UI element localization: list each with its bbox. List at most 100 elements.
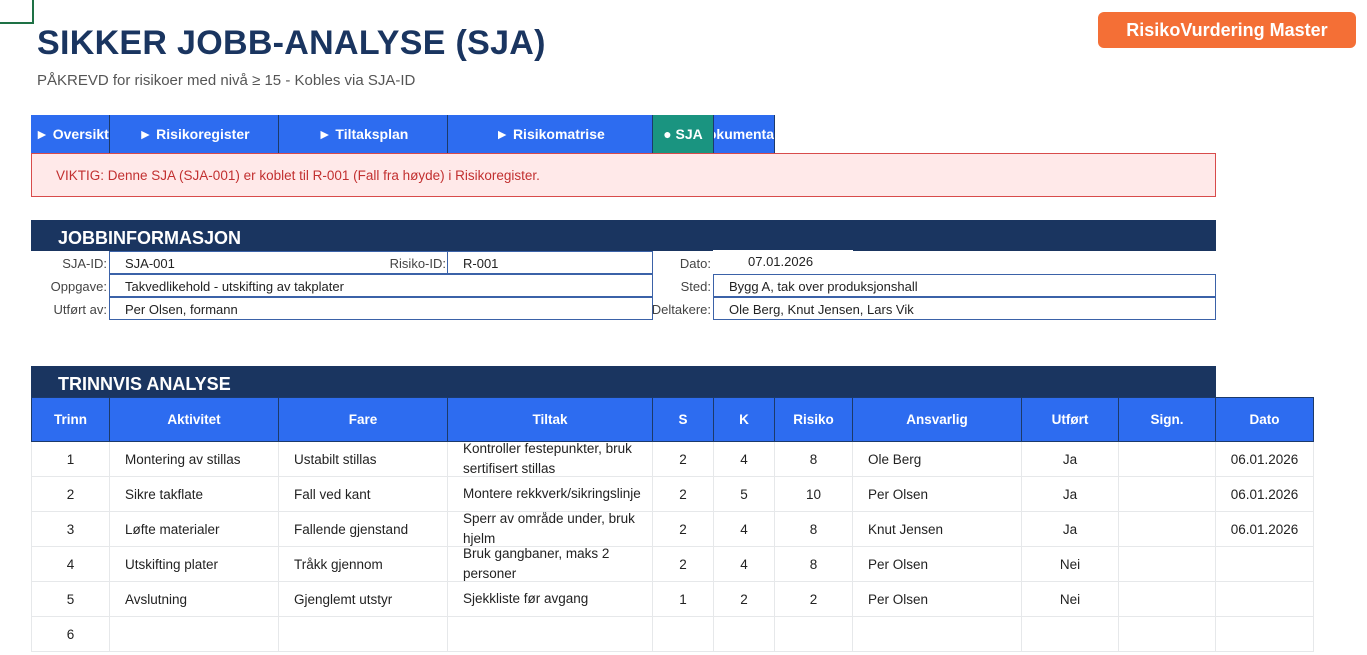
cell-responsible[interactable]: Knut Jensen: [852, 511, 1022, 547]
col-header-risiko[interactable]: Risiko: [774, 397, 853, 442]
analysis-table: Trinn Aktivitet Fare Tiltak S K Risiko A…: [31, 397, 1314, 652]
cell-measure[interactable]: Sjekkliste før avgang: [447, 581, 653, 617]
performed-by-label: Utført av:: [53, 302, 107, 317]
cell-risk[interactable]: 10: [774, 476, 853, 512]
cell-k[interactable]: 5: [713, 476, 775, 512]
cell-risk[interactable]: 2: [774, 581, 853, 617]
cell-step[interactable]: 5: [31, 581, 110, 617]
tab-risikomatrise[interactable]: ► Risikomatrise: [448, 115, 653, 153]
cell-measure[interactable]: Bruk gangbaner, maks 2 personer: [447, 546, 653, 582]
cell-done[interactable]: Nei: [1021, 581, 1119, 617]
cell-done[interactable]: [1021, 616, 1119, 652]
cell-hazard[interactable]: Ustabilt stillas: [278, 441, 448, 477]
cell-measure[interactable]: Montere rekkverk/sikringslinje: [447, 476, 653, 512]
cell-date[interactable]: 06.01.2026: [1215, 441, 1314, 477]
page-title: SIKKER JOBB-ANALYSE (SJA): [37, 24, 546, 62]
cell-step[interactable]: 3: [31, 511, 110, 547]
col-header-aktivitet[interactable]: Aktivitet: [109, 397, 279, 442]
cell-k[interactable]: 4: [713, 441, 775, 477]
cell-risk[interactable]: 8: [774, 546, 853, 582]
col-header-utfort[interactable]: Utført: [1021, 397, 1119, 442]
cell-s[interactable]: 2: [652, 476, 714, 512]
cell-k[interactable]: [713, 616, 775, 652]
risk-id-field[interactable]: R-001: [447, 251, 653, 274]
cell-k[interactable]: 2: [713, 581, 775, 617]
col-header-ansvarlig[interactable]: Ansvarlig: [852, 397, 1022, 442]
cell-s[interactable]: 2: [652, 546, 714, 582]
cell-sign[interactable]: [1118, 616, 1216, 652]
cell-sign[interactable]: [1118, 546, 1216, 582]
tab-risikoregister[interactable]: ► Risikoregister: [110, 115, 279, 153]
cell-risk[interactable]: 8: [774, 511, 853, 547]
cell-sign[interactable]: [1118, 476, 1216, 512]
cell-sign[interactable]: [1118, 581, 1216, 617]
cell-measure-text: Sjekkliste før avgang: [463, 591, 589, 606]
sja-id-field[interactable]: SJA-001: [109, 251, 279, 274]
cell-responsible[interactable]: Per Olsen: [852, 581, 1022, 617]
cell-activity[interactable]: Utskifting plater: [109, 546, 279, 582]
cell-done[interactable]: Ja: [1021, 511, 1119, 547]
cell-hazard[interactable]: Fallende gjenstand: [278, 511, 448, 547]
cell-risk[interactable]: 8: [774, 441, 853, 477]
cell-responsible[interactable]: Per Olsen: [852, 546, 1022, 582]
tab-dokumentasjon[interactable]: Dokumenta: [714, 115, 775, 153]
cell-s[interactable]: 1: [652, 581, 714, 617]
warning-banner: VIKTIG: Denne SJA (SJA-001) er koblet ti…: [31, 153, 1216, 197]
cell-measure[interactable]: Sperr av område under, bruk hjelm: [447, 511, 653, 547]
cell-activity[interactable]: [109, 616, 279, 652]
date-field[interactable]: 07.01.2026: [713, 250, 853, 273]
cell-hazard[interactable]: Tråkk gjennom: [278, 546, 448, 582]
cell-responsible[interactable]: Ole Berg: [852, 441, 1022, 477]
table-row: 3 Løfte materialer Fallende gjenstand Sp…: [31, 511, 1314, 547]
cell-hazard[interactable]: Gjenglemt utstyr: [278, 581, 448, 617]
cell-measure[interactable]: Kontroller festepunkter, bruk sertifiser…: [447, 441, 653, 477]
participants-field[interactable]: Ole Berg, Knut Jensen, Lars Vik: [713, 297, 1216, 320]
cell-activity[interactable]: Sikre takflate: [109, 476, 279, 512]
cell-selection-corner: [0, 0, 34, 24]
performed-by-field[interactable]: Per Olsen, formann: [109, 297, 653, 320]
cell-hazard[interactable]: Fall ved kant: [278, 476, 448, 512]
cell-step[interactable]: 2: [31, 476, 110, 512]
cell-k[interactable]: 4: [713, 511, 775, 547]
cell-done[interactable]: Ja: [1021, 476, 1119, 512]
cell-hazard[interactable]: [278, 616, 448, 652]
cell-date[interactable]: [1215, 546, 1314, 582]
place-field[interactable]: Bygg A, tak over produksjonshall: [713, 274, 1216, 297]
cell-measure[interactable]: [447, 616, 653, 652]
col-header-k[interactable]: K: [713, 397, 775, 442]
cell-responsible[interactable]: Per Olsen: [852, 476, 1022, 512]
col-header-fare[interactable]: Fare: [278, 397, 448, 442]
cell-step[interactable]: 4: [31, 546, 110, 582]
tab-tiltaksplan[interactable]: ► Tiltaksplan: [279, 115, 448, 153]
col-header-sign[interactable]: Sign.: [1118, 397, 1216, 442]
cell-activity[interactable]: Avslutning: [109, 581, 279, 617]
cell-date[interactable]: 06.01.2026: [1215, 476, 1314, 512]
tab-oversikt[interactable]: ► Oversikt: [31, 115, 110, 153]
tab-sja[interactable]: ● SJA: [653, 115, 714, 153]
cell-responsible[interactable]: [852, 616, 1022, 652]
cell-done[interactable]: Nei: [1021, 546, 1119, 582]
cell-step[interactable]: 1: [31, 441, 110, 477]
cell-date[interactable]: [1215, 616, 1314, 652]
brand-badge: RisikoVurdering Master: [1098, 12, 1356, 48]
risk-id-label: Risiko-ID:: [389, 256, 446, 271]
cell-s[interactable]: [652, 616, 714, 652]
task-field[interactable]: Takvedlikehold - utskifting av takplater: [109, 274, 653, 297]
cell-activity[interactable]: Løfte materialer: [109, 511, 279, 547]
cell-k[interactable]: 4: [713, 546, 775, 582]
cell-risk[interactable]: [774, 616, 853, 652]
cell-done[interactable]: Ja: [1021, 441, 1119, 477]
cell-s[interactable]: 2: [652, 511, 714, 547]
col-header-tiltak[interactable]: Tiltak: [447, 397, 653, 442]
col-header-s[interactable]: S: [652, 397, 714, 442]
col-header-trinn[interactable]: Trinn: [31, 397, 110, 442]
participants-label: Deltakere:: [651, 302, 711, 317]
cell-s[interactable]: 2: [652, 441, 714, 477]
cell-sign[interactable]: [1118, 441, 1216, 477]
cell-date[interactable]: 06.01.2026: [1215, 511, 1314, 547]
cell-step[interactable]: 6: [31, 616, 110, 652]
cell-sign[interactable]: [1118, 511, 1216, 547]
cell-date[interactable]: [1215, 581, 1314, 617]
cell-activity[interactable]: Montering av stillas: [109, 441, 279, 477]
col-header-dato[interactable]: Dato: [1215, 397, 1314, 442]
